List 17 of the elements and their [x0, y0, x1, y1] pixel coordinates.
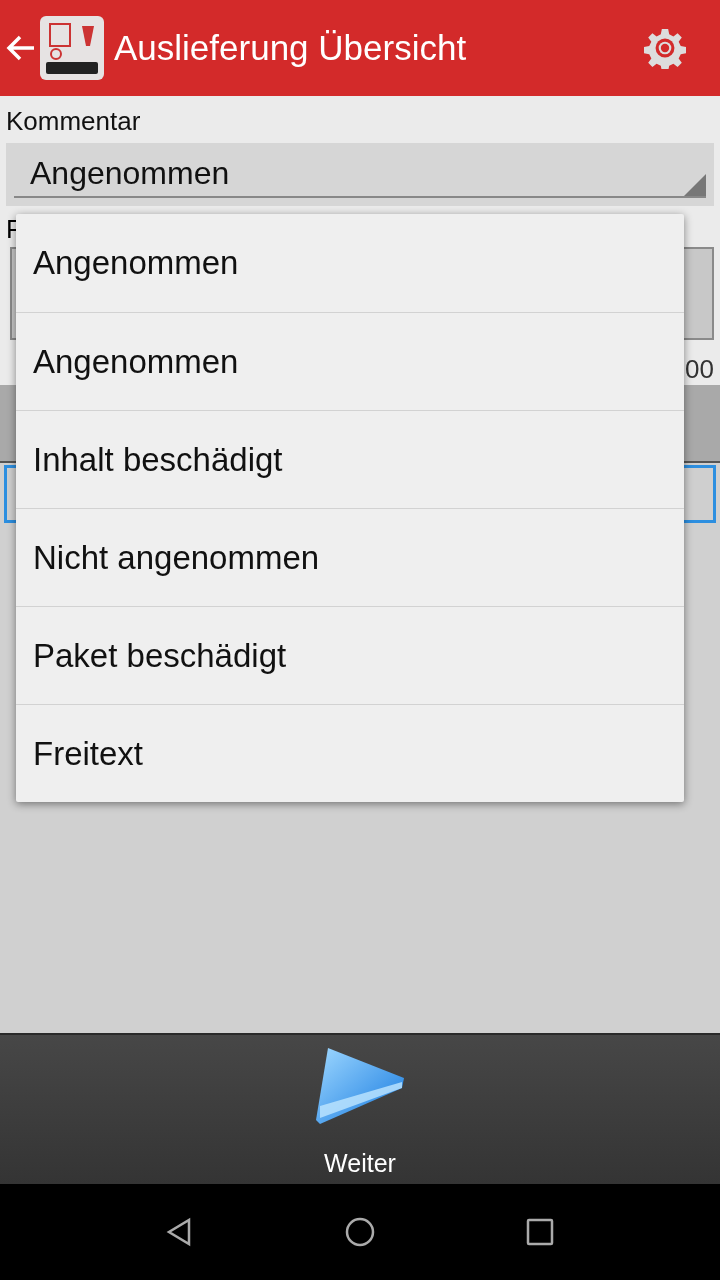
dropdown-corner-icon: [684, 174, 706, 196]
home-icon[interactable]: [345, 1217, 375, 1247]
dropdown-option[interactable]: Angenommen: [16, 214, 684, 312]
settings-icon[interactable]: [644, 27, 686, 69]
comment-dropdown[interactable]: Angenommen: [6, 143, 714, 206]
dropdown-option[interactable]: Nicht angenommen: [16, 508, 684, 606]
dropdown-option[interactable]: Freitext: [16, 704, 684, 802]
dropdown-option[interactable]: Paket beschädigt: [16, 606, 684, 704]
dropdown-option[interactable]: Angenommen: [16, 312, 684, 410]
screen-title: Auslieferung Übersicht: [114, 28, 468, 68]
character-counter: 00: [685, 354, 714, 385]
logo-icon: [40, 16, 104, 80]
recents-icon[interactable]: [525, 1217, 555, 1247]
dropdown-option[interactable]: Inhalt beschädigt: [16, 410, 684, 508]
next-button[interactable]: Weiter: [314, 1035, 406, 1184]
play-icon: [314, 1045, 406, 1127]
comment-label: Kommentar: [6, 106, 142, 137]
